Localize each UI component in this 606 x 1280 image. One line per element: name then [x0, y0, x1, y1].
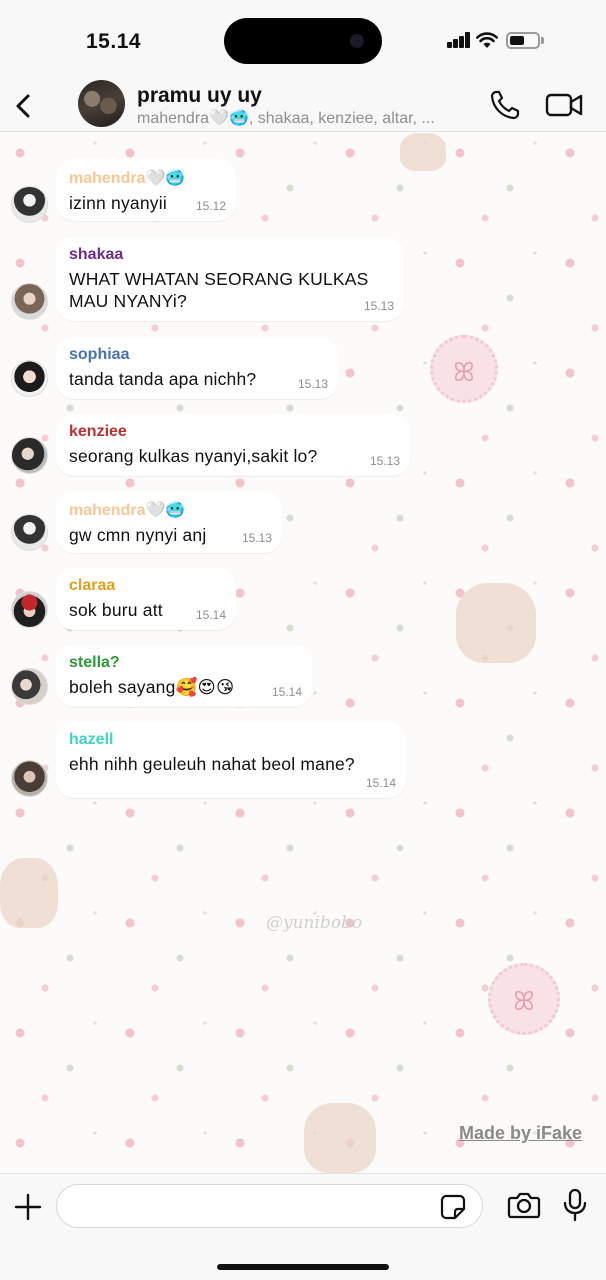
bunny-decoration [456, 583, 536, 663]
message-bubble[interactable]: claraa sok buru att 15.14 [56, 568, 236, 630]
message-sender: sophiaa [69, 346, 130, 363]
dynamic-island [224, 18, 382, 64]
sender-avatar[interactable] [11, 437, 48, 474]
message-bubble[interactable]: shakaa WHAT WHATAN SEORANG KULKAS MAU NY… [56, 237, 404, 321]
message-sender: stella? [69, 654, 120, 671]
bunny-decoration [400, 133, 446, 171]
message-text: gw cmn nynyi anj [69, 525, 207, 545]
message-sender: mahendra🤍🥶 [69, 502, 186, 519]
wifi-icon [476, 32, 498, 48]
message-time: 15.14 [195, 608, 226, 622]
message-sender: claraa [69, 577, 116, 594]
sender-avatar[interactable] [11, 591, 48, 628]
sticker-icon[interactable] [440, 1194, 466, 1220]
bunny-decoration [0, 858, 58, 928]
battery-icon [506, 32, 540, 49]
message-time: 15.12 [195, 199, 226, 213]
video-camera-icon[interactable] [544, 88, 584, 122]
bunny-decoration [304, 1103, 376, 1173]
made-by-ifake-watermark: Made by iFake [459, 1123, 583, 1143]
message-input[interactable] [56, 1184, 483, 1228]
sender-avatar[interactable] [11, 283, 48, 320]
camera-icon[interactable] [507, 1190, 541, 1220]
status-bar: 15.14 [0, 0, 606, 80]
group-name[interactable]: pramu uy uy [137, 84, 262, 108]
chat-area[interactable]: ꕤ ꕤ @yunibobo Made by iFake mahendra🤍🥶 i… [0, 133, 606, 1173]
message-bubble[interactable]: mahendra🤍🥶 gw cmn nynyi anj 15.13 [56, 491, 282, 553]
group-members[interactable]: mahendra🤍🥶, shakaa, kenziee, altar, ... [137, 108, 477, 128]
message-sender: mahendra🤍🥶 [69, 170, 186, 187]
ribbon-heart-decoration: ꕤ [488, 963, 560, 1035]
message-bubble[interactable]: mahendra🤍🥶 izinn nyanyii 15.12 [56, 159, 236, 221]
back-icon[interactable] [8, 86, 44, 126]
message-sender: kenziee [69, 423, 127, 440]
cellular-signal-icon [447, 32, 472, 48]
message-sender: hazell [69, 731, 114, 748]
message-text: ehh nihh geuleuh nahat beol mane? [69, 754, 355, 774]
sender-avatar[interactable] [11, 186, 48, 223]
chat-header: pramu uy uy mahendra🤍🥶, shakaa, kenziee,… [0, 80, 606, 132]
message-bubble[interactable]: kenziee seorang kulkas nyanyi,sakit lo? … [56, 414, 410, 476]
message-text: tanda tanda apa nichh? [69, 369, 257, 389]
message-bubble[interactable]: stella? boleh sayang🥰😍😘 15.14 [56, 645, 312, 707]
sender-avatar[interactable] [11, 760, 48, 797]
message-sender: shakaa [69, 246, 124, 263]
phone-icon[interactable] [488, 88, 522, 122]
composer-bar [0, 1173, 606, 1280]
message-time: 15.13 [369, 454, 400, 468]
ribbon-heart-decoration: ꕤ [430, 335, 498, 403]
message-time: 15.13 [297, 377, 328, 391]
sender-avatar[interactable] [11, 360, 48, 397]
status-time: 15.14 [86, 30, 142, 53]
message-time: 15.14 [365, 776, 396, 790]
message-time: 15.13 [363, 299, 394, 313]
message-text: WHAT WHATAN SEORANG KULKAS MAU NYANYi? [69, 269, 369, 311]
background-watermark: @yunibobo [266, 913, 363, 933]
message-bubble[interactable]: sophiaa tanda tanda apa nichh? 15.13 [56, 337, 338, 399]
microphone-icon[interactable] [562, 1188, 588, 1222]
message-time: 15.13 [241, 531, 272, 545]
sender-avatar[interactable] [11, 514, 48, 551]
home-indicator[interactable] [217, 1264, 389, 1270]
front-camera [350, 34, 364, 48]
sender-avatar[interactable] [11, 668, 48, 705]
message-time: 15.14 [271, 685, 302, 699]
message-bubble[interactable]: hazell ehh nihh geuleuh nahat beol mane?… [56, 722, 406, 798]
group-avatar[interactable] [78, 80, 125, 127]
plus-icon[interactable] [11, 1190, 45, 1224]
message-text: seorang kulkas nyanyi,sakit lo? [69, 446, 318, 466]
message-text: boleh sayang🥰😍😘 [69, 677, 235, 697]
